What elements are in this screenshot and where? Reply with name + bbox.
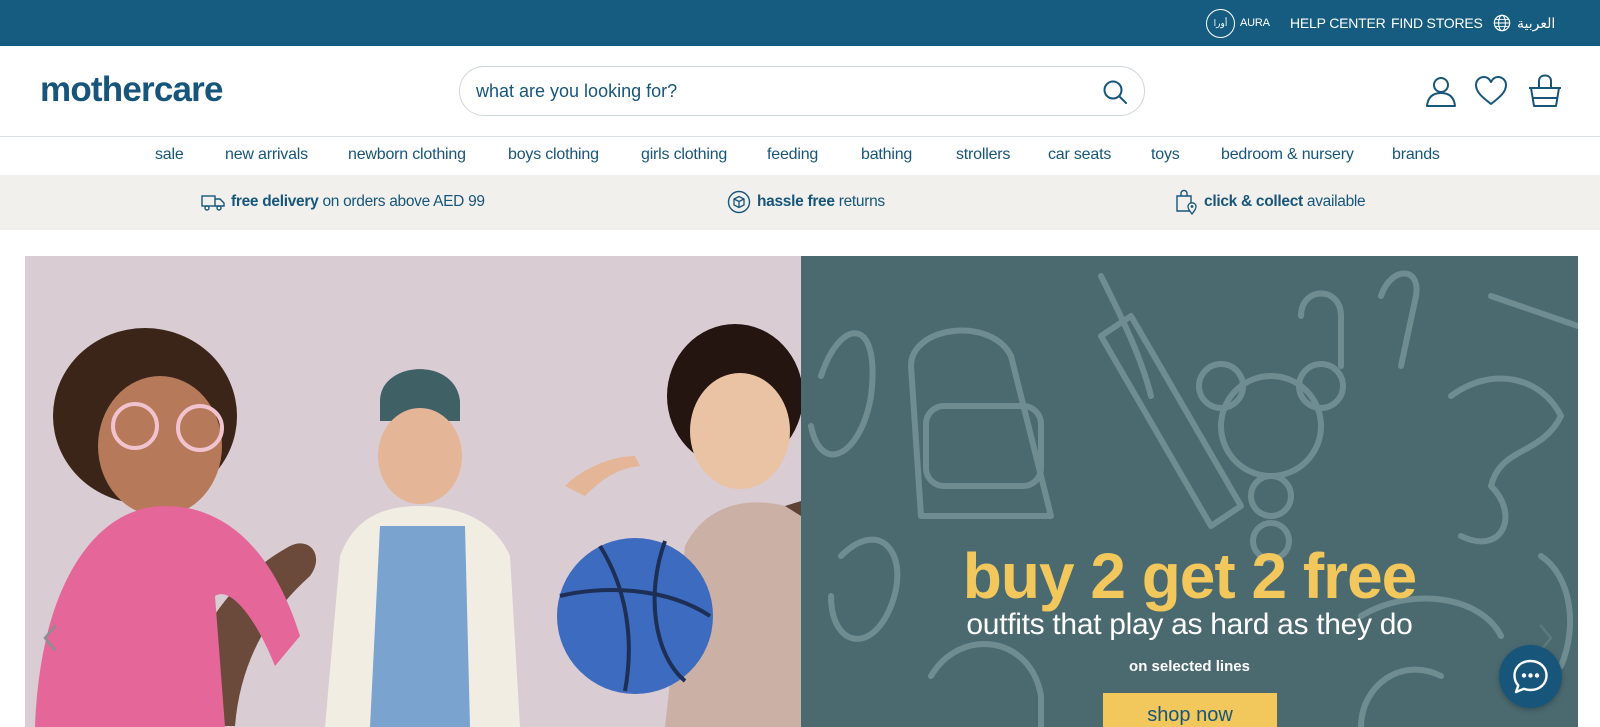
- basket-icon[interactable]: [1528, 74, 1562, 108]
- account-icon[interactable]: [1424, 74, 1458, 108]
- nav-item-toys[interactable]: toys: [1151, 146, 1180, 164]
- carousel-prev-icon[interactable]: [38, 620, 62, 656]
- aura-link[interactable]: أورا AURA: [1206, 0, 1270, 46]
- perk-collect-bold: click & collect: [1204, 193, 1303, 210]
- doodle-pattern: [808, 270, 1578, 727]
- nav-item-new-arrivals[interactable]: new arrivals: [225, 146, 308, 164]
- top-bar: أورا AURA HELP CENTER FIND STORES العربي…: [0, 0, 1600, 46]
- perk-returns: hassle free returns: [727, 188, 885, 216]
- nav-item-strollers[interactable]: strollers: [956, 146, 1010, 164]
- main-nav: sale new arrivals newborn clothing boys …: [0, 137, 1600, 175]
- aura-logo-icon: أورا: [1206, 8, 1235, 38]
- chat-bubble-icon: [1513, 659, 1548, 694]
- find-stores-link[interactable]: FIND STORES: [1391, 0, 1483, 46]
- perks-bar: free delivery on orders above AED 99 has…: [0, 175, 1600, 230]
- globe-icon: [1493, 14, 1511, 32]
- nav-item-feeding[interactable]: feeding: [767, 146, 818, 164]
- shop-now-button[interactable]: shop now: [1103, 693, 1277, 727]
- perk-free-delivery: free delivery on orders above AED 99: [201, 188, 485, 216]
- hero-photo-children: [25, 256, 801, 727]
- nav-item-car-seats[interactable]: car seats: [1048, 146, 1111, 164]
- promo-note: on selected lines: [1129, 658, 1250, 675]
- shopping-bag-location-icon: [1176, 189, 1197, 215]
- search-bar: [459, 66, 1145, 116]
- chat-button[interactable]: [1499, 645, 1562, 708]
- promo-headline: buy 2 get 2 free: [962, 540, 1418, 612]
- delivery-truck-icon: [201, 195, 225, 211]
- hero-banner[interactable]: buy 2 get 2 free outfits that play as ha…: [25, 256, 1578, 727]
- nav-item-sale[interactable]: sale: [155, 146, 184, 164]
- perk-returns-bold: hassle free: [757, 193, 835, 210]
- perk-click-collect: click & collect available: [1174, 188, 1366, 216]
- perk-returns-text: returns: [838, 193, 885, 210]
- returns-box-icon: [727, 190, 751, 214]
- language-switch[interactable]: العربية: [1493, 0, 1555, 46]
- promo-subtitle: outfits that play as hard as they do: [966, 608, 1413, 641]
- mothercare-logo[interactable]: mothercare: [40, 70, 223, 110]
- search-icon[interactable]: [1102, 79, 1128, 105]
- language-label: العربية: [1517, 14, 1556, 31]
- aura-label: AURA: [1240, 17, 1270, 29]
- search-input[interactable]: [476, 77, 1076, 105]
- nav-item-brands[interactable]: brands: [1392, 146, 1440, 164]
- perk-collect-text: available: [1306, 193, 1366, 210]
- perk-delivery-text: on orders above AED 99: [322, 193, 485, 210]
- help-center-link[interactable]: HELP CENTER: [1290, 0, 1386, 46]
- perk-delivery-bold: free delivery: [231, 193, 319, 210]
- nav-item-newborn-clothing[interactable]: newborn clothing: [348, 146, 466, 164]
- hero-promo-panel: buy 2 get 2 free outfits that play as ha…: [801, 256, 1578, 727]
- nav-item-girls-clothing[interactable]: girls clothing: [641, 146, 727, 164]
- nav-item-bedroom-nursery[interactable]: bedroom & nursery: [1221, 146, 1354, 164]
- wishlist-icon[interactable]: [1474, 74, 1508, 108]
- nav-item-bathing[interactable]: bathing: [861, 146, 912, 164]
- nav-item-boys-clothing[interactable]: boys clothing: [508, 146, 599, 164]
- site-header: mothercare: [0, 46, 1600, 137]
